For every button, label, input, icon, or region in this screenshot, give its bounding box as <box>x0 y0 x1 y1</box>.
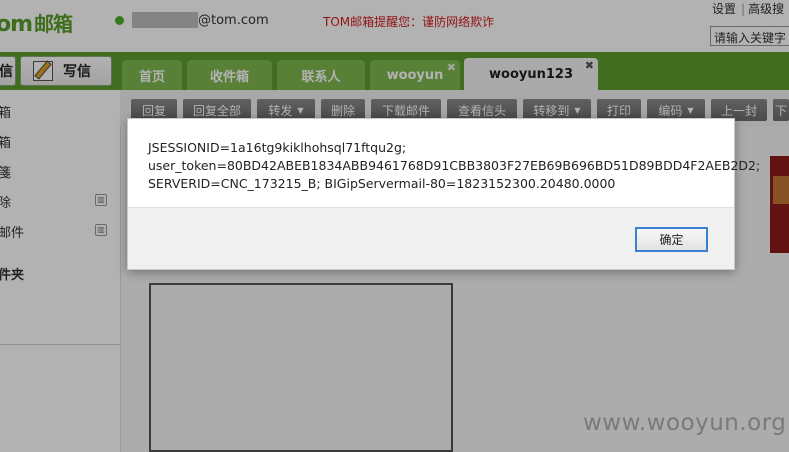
cookie-message: JSESSIONID=1a16tg9kiklhohsql71ftqu2g; us… <box>148 140 761 191</box>
ok-button[interactable]: 确定 <box>635 227 708 252</box>
dialog-footer: 确定 <box>128 207 734 269</box>
alert-dialog: JSESSIONID=1a16tg9kiklhohsql71ftqu2g; us… <box>127 118 761 270</box>
ok-label: 确定 <box>659 233 684 247</box>
dialog-body: JSESSIONID=1a16tg9kiklhohsql71ftqu2g; us… <box>128 119 761 207</box>
watermark: www.wooyun.org <box>583 410 787 436</box>
